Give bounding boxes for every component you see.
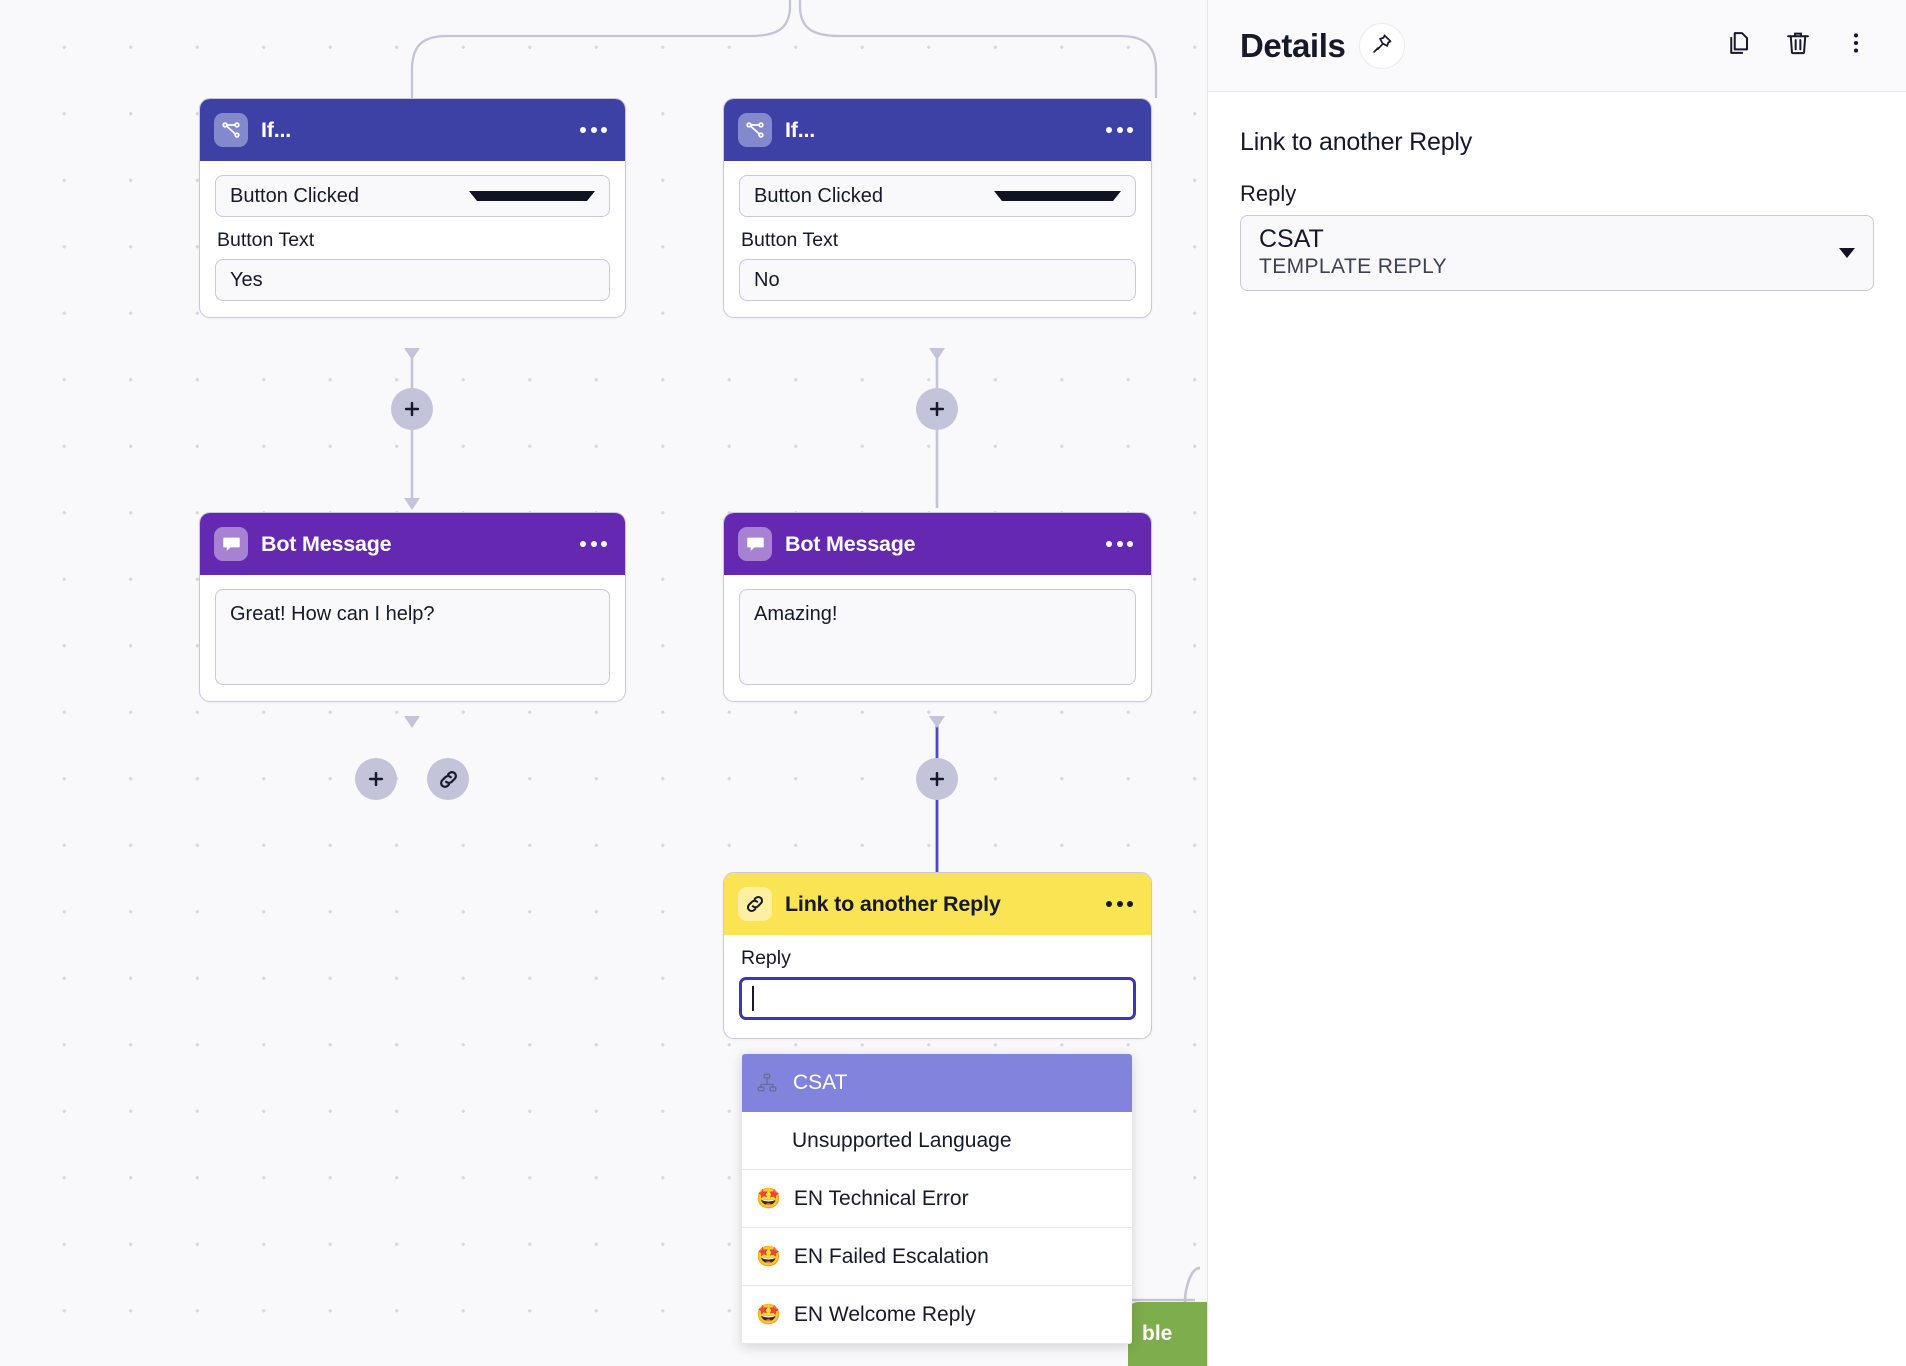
node-header[interactable]: If... xyxy=(200,99,625,161)
flow-node-green-partial[interactable]: ble xyxy=(1128,1302,1207,1366)
reply-select-subvalue: TEMPLATE REPLY xyxy=(1259,254,1448,278)
delete-button[interactable] xyxy=(1776,24,1820,68)
reply-field-label: Reply xyxy=(1240,181,1297,206)
dropdown-option-en-failed-escalation[interactable]: 🤩 EN Failed Escalation xyxy=(742,1228,1132,1286)
branch-icon xyxy=(738,113,772,147)
node-body: Amazing! xyxy=(724,575,1151,701)
branch-icon xyxy=(214,113,248,147)
more-horizontal-icon[interactable] xyxy=(1104,533,1135,555)
more-options-button[interactable] xyxy=(1834,24,1878,68)
node-body: Reply xyxy=(724,935,1151,1038)
copy-icon xyxy=(1726,29,1754,62)
more-horizontal-icon[interactable] xyxy=(1104,119,1135,141)
button-text-label: Button Text xyxy=(217,229,315,251)
node-header[interactable]: Bot Message xyxy=(724,513,1151,575)
node-header[interactable]: Link to another Reply xyxy=(724,873,1151,935)
reply-search-input[interactable] xyxy=(739,977,1136,1020)
dropdown-option-csat[interactable]: CSAT xyxy=(742,1054,1132,1112)
reply-select-texts: CSAT TEMPLATE REPLY xyxy=(1259,225,1839,280)
node-body: Great! How can I help? xyxy=(200,575,625,701)
button-text-input[interactable]: Yes xyxy=(215,259,610,301)
star-struck-emoji-icon: 🤩 xyxy=(756,1245,781,1268)
chevron-down-icon xyxy=(993,191,1121,201)
bot-message-input[interactable]: Great! How can I help? xyxy=(215,589,610,685)
dropdown-option-label: EN Technical Error xyxy=(793,1186,969,1210)
dropdown-option-unsupported-language[interactable]: Unsupported Language xyxy=(742,1112,1132,1170)
button-text-value: No xyxy=(754,268,780,291)
node-header[interactable]: If... xyxy=(724,99,1151,161)
node-title: If... xyxy=(261,117,292,142)
button-text-value: Yes xyxy=(230,268,263,291)
chevron-down-icon xyxy=(1839,247,1855,258)
star-struck-emoji-icon: 🤩 xyxy=(756,1187,781,1210)
more-horizontal-icon[interactable] xyxy=(1104,893,1135,915)
star-struck-emoji-icon: 🤩 xyxy=(756,1303,781,1326)
condition-select-value: Button Clicked xyxy=(230,184,359,207)
green-node-label: ble xyxy=(1142,1322,1173,1345)
flow-node-bot-message-left[interactable]: Bot Message Great! How can I help? xyxy=(199,512,626,702)
add-node-button-left-1[interactable] xyxy=(391,388,433,430)
more-horizontal-icon[interactable] xyxy=(578,533,609,555)
button-text-label: Button Text xyxy=(741,229,839,251)
node-header[interactable]: Bot Message xyxy=(200,513,625,575)
reply-select-value: CSAT xyxy=(1259,225,1324,253)
more-horizontal-icon[interactable] xyxy=(578,119,609,141)
chat-bubble-icon xyxy=(738,527,772,561)
node-title: Bot Message xyxy=(261,531,392,556)
details-panel-header: Details xyxy=(1208,0,1906,92)
dropdown-option-en-technical-error[interactable]: 🤩 EN Technical Error xyxy=(742,1170,1132,1228)
node-body: Button Clicked Button Text Yes xyxy=(200,161,625,317)
dropdown-option-en-welcome-reply[interactable]: 🤩 EN Welcome Reply xyxy=(742,1286,1132,1344)
flow-node-link-to-reply[interactable]: Link to another Reply Reply xyxy=(723,872,1152,1039)
duplicate-button[interactable] xyxy=(1718,24,1762,68)
flow-node-bot-message-right[interactable]: Bot Message Amazing! xyxy=(723,512,1152,702)
link-node-button-left[interactable] xyxy=(427,758,469,800)
node-body: Button Clicked Button Text No xyxy=(724,161,1151,317)
flow-node-if-no[interactable]: If... Button Clicked Button Text No xyxy=(723,98,1152,318)
flow-canvas[interactable]: If... Button Clicked Button Text Yes If.… xyxy=(0,0,1207,1366)
reply-dropdown-list[interactable]: CSAT Unsupported Language 🤩 EN Technical… xyxy=(742,1054,1132,1344)
page-title: Details xyxy=(1240,26,1346,64)
node-title: Link to another Reply xyxy=(785,891,1001,916)
reply-select[interactable]: CSAT TEMPLATE REPLY xyxy=(1240,215,1874,291)
chevron-down-icon xyxy=(468,191,595,201)
dropdown-option-label: CSAT xyxy=(793,1070,848,1094)
link-icon xyxy=(738,887,772,921)
condition-select[interactable]: Button Clicked xyxy=(215,175,610,217)
chat-bubble-icon xyxy=(214,527,248,561)
details-panel: Details Link to another Reply Reply CSAT… xyxy=(1207,0,1906,1366)
trash-icon xyxy=(1784,29,1812,62)
dropdown-option-label: Unsupported Language xyxy=(792,1128,1012,1152)
reply-label: Reply xyxy=(741,947,791,969)
button-text-input[interactable]: No xyxy=(739,259,1136,301)
pin-button[interactable] xyxy=(1359,22,1406,69)
sitemap-icon xyxy=(756,1072,780,1094)
add-node-button-right-2[interactable] xyxy=(916,758,958,800)
node-title: If... xyxy=(785,117,816,142)
selected-node-kind: Link to another Reply xyxy=(1240,128,1473,156)
more-vertical-icon xyxy=(1843,30,1869,61)
condition-select-value: Button Clicked xyxy=(754,184,883,207)
text-cursor xyxy=(752,986,754,1011)
node-title: Bot Message xyxy=(785,531,916,556)
pin-icon xyxy=(1371,32,1394,60)
flow-node-if-yes[interactable]: If... Button Clicked Button Text Yes xyxy=(199,98,626,318)
condition-select[interactable]: Button Clicked xyxy=(739,175,1136,217)
details-panel-body: Link to another Reply Reply CSAT TEMPLAT… xyxy=(1208,92,1906,291)
add-node-button-left-2[interactable] xyxy=(355,758,397,800)
dropdown-option-label: EN Failed Escalation xyxy=(793,1244,989,1268)
bot-message-input[interactable]: Amazing! xyxy=(739,589,1136,685)
dropdown-option-label: EN Welcome Reply xyxy=(793,1302,976,1326)
add-node-button-right-1[interactable] xyxy=(916,388,958,430)
